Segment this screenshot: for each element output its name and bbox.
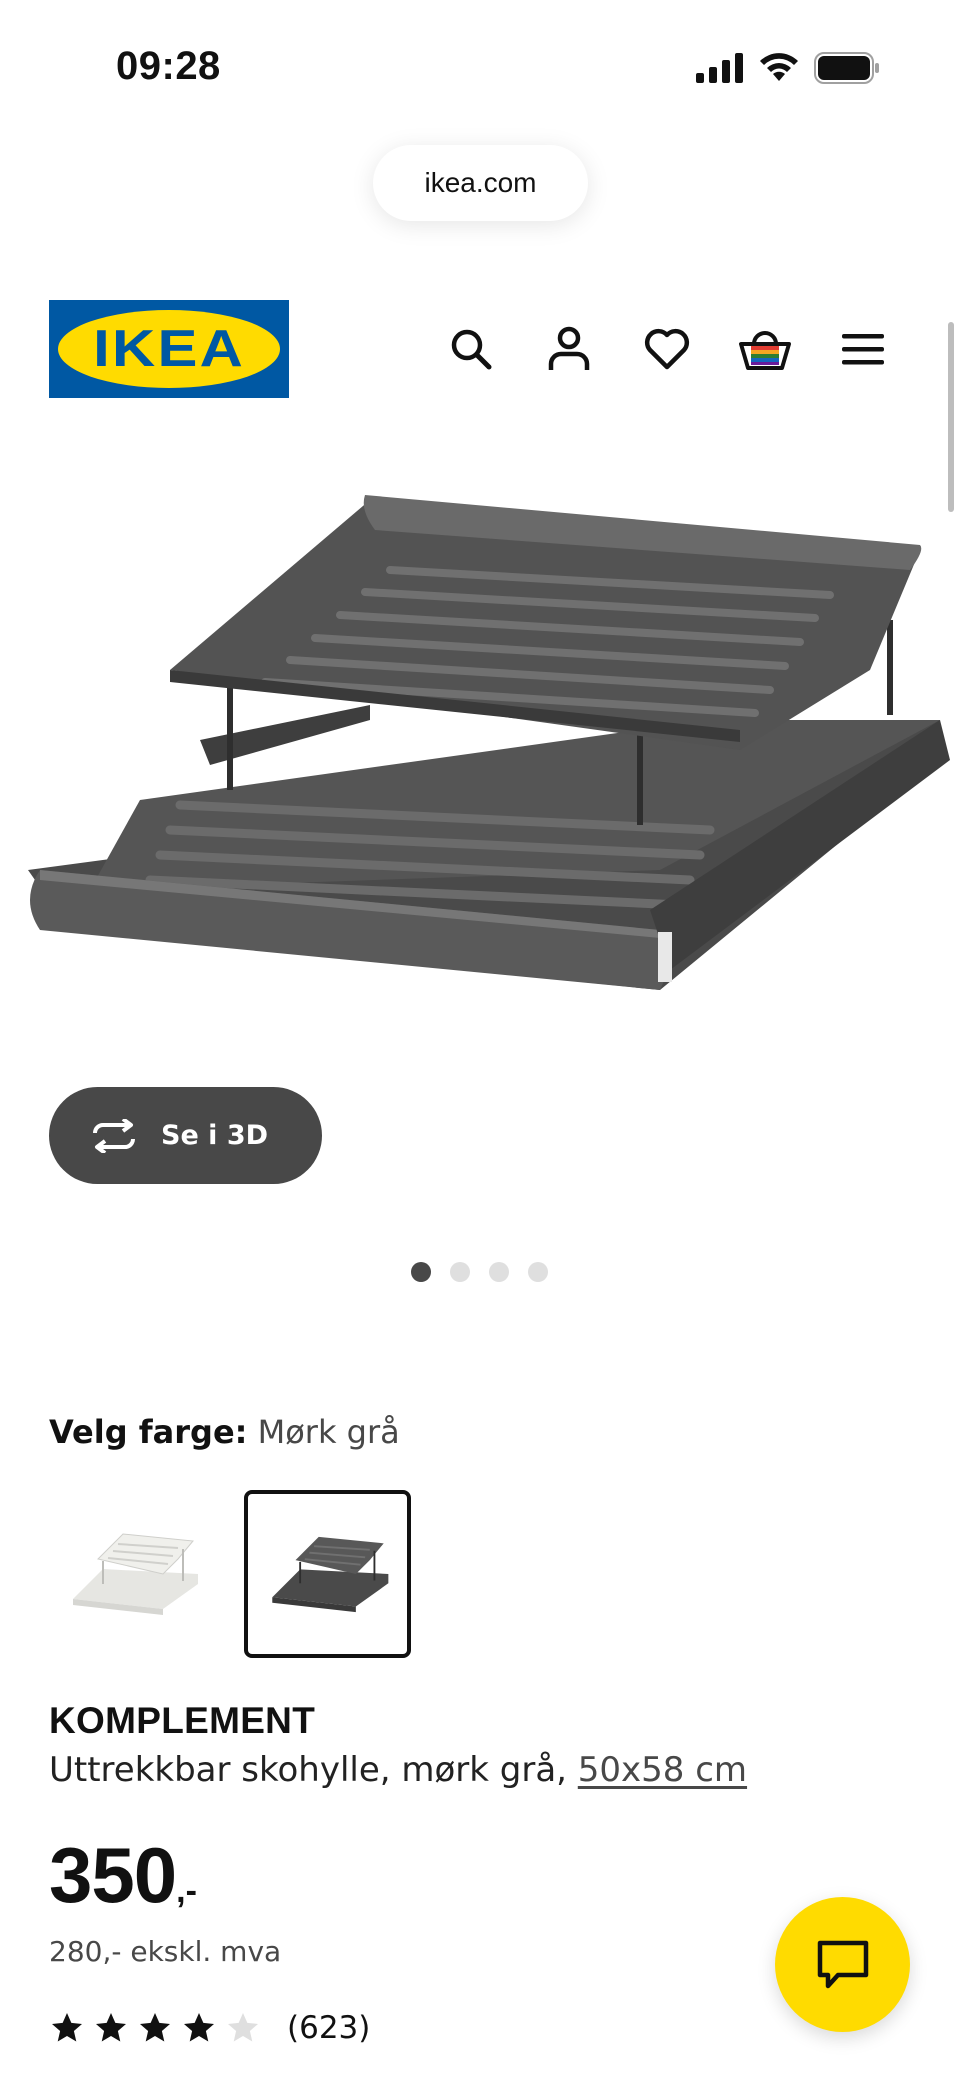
- battery-icon: [814, 52, 879, 84]
- product-rating[interactable]: (623): [49, 2010, 370, 2046]
- carousel-dot[interactable]: [528, 1262, 548, 1282]
- product-description-text: Uttrekkbar skohylle, mørk grå,: [49, 1750, 567, 1790]
- account-button[interactable]: [542, 322, 596, 376]
- carousel-dot[interactable]: [450, 1262, 470, 1282]
- logo-oval: IKEA: [58, 310, 280, 388]
- view-3d-label: Se i 3D: [161, 1120, 269, 1151]
- header-nav-icons: [444, 322, 890, 376]
- star-filled-icon: [140, 2013, 170, 2042]
- status-bar: 09:28: [0, 0, 960, 140]
- shelf-thumbnail-white: [72, 1533, 198, 1615]
- chat-icon: [817, 1940, 868, 1988]
- cellular-signal-icon: [696, 53, 743, 83]
- review-count: (623): [287, 2010, 371, 2046]
- swatch-white[interactable]: [49, 1490, 216, 1658]
- shoe-shelf-illustration: [28, 495, 950, 990]
- user-icon: [548, 326, 590, 370]
- product-description: Uttrekkbar skohylle, mørk grå, 50x58 cm: [49, 1750, 747, 1790]
- status-icons: [696, 52, 880, 84]
- url-bar[interactable]: ikea.com: [373, 145, 588, 221]
- site-header: IKEA: [0, 300, 960, 400]
- cart-button[interactable]: [738, 322, 792, 376]
- carousel-dots: [411, 1262, 548, 1282]
- basket-icon: [739, 331, 791, 370]
- status-time: 09:28: [116, 44, 221, 88]
- url-text: ikea.com: [424, 167, 537, 198]
- carousel-dot[interactable]: [489, 1262, 509, 1282]
- price-ex-vat: 280,- ekskl. mva: [49, 1935, 282, 1968]
- favourites-button[interactable]: [640, 322, 694, 376]
- star-filled-icon: [96, 2013, 126, 2042]
- rotate-3d-icon: [93, 1118, 135, 1153]
- menu-icon: [842, 334, 884, 365]
- price-suffix: ,-: [176, 1872, 197, 1910]
- star-filled-icon: [184, 2013, 214, 2042]
- product-size-link[interactable]: 50x58 cm: [578, 1750, 747, 1790]
- menu-button[interactable]: [836, 322, 890, 376]
- color-swatches: [49, 1490, 411, 1658]
- swatch-dark-grey[interactable]: [244, 1490, 411, 1658]
- color-label: Velg farge: Mørk grå: [49, 1413, 400, 1451]
- price-main: 350: [49, 1831, 177, 1919]
- color-label-value: Mørk grå: [257, 1413, 400, 1451]
- star-empty-icon: [228, 2013, 258, 2042]
- product-price: 350,-: [49, 1830, 197, 1921]
- view-3d-button[interactable]: Se i 3D: [49, 1087, 322, 1184]
- logo-text: IKEA: [92, 320, 246, 378]
- heart-icon: [644, 328, 690, 370]
- carousel-dot[interactable]: [411, 1262, 431, 1282]
- wifi-icon: [760, 53, 798, 81]
- search-button[interactable]: [444, 322, 498, 376]
- product-image[interactable]: [10, 470, 960, 1030]
- chat-button[interactable]: [775, 1897, 910, 2032]
- search-icon: [451, 329, 492, 370]
- shelf-thumbnail-dark-grey: [271, 1536, 388, 1613]
- star-filled-icon: [52, 2013, 82, 2042]
- ikea-logo[interactable]: IKEA: [49, 300, 289, 398]
- color-label-key: Velg farge:: [49, 1413, 248, 1451]
- product-name: KOMPLEMENT: [49, 1700, 316, 1741]
